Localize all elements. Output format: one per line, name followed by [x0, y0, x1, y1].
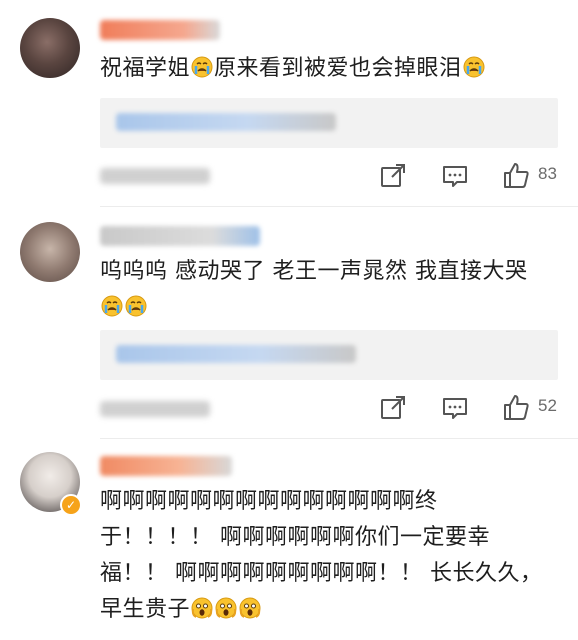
emoji-line: [100, 290, 558, 326]
like-icon: [504, 395, 529, 420]
comment-text: 啊啊啊啊啊啊啊啊啊啊啊啊啊啊终 于！！！！ 啊啊啊啊啊啊你们一定要幸 福！！ 啊…: [100, 489, 543, 622]
verified-badge: ✓: [60, 494, 82, 516]
reply-text-blurred: [116, 345, 356, 363]
username-blurred[interactable]: [100, 226, 260, 246]
like-count: 83: [538, 164, 557, 183]
action-bar: 52: [380, 393, 570, 423]
scream-emoji-icon: [215, 597, 237, 619]
like-button[interactable]: 83: [502, 161, 568, 191]
share-icon[interactable]: [380, 161, 406, 191]
crying-emoji-icon: [463, 56, 485, 78]
like-button[interactable]: 52: [502, 393, 568, 423]
comment-text: 祝福学姐 原来看到被爱也会掉眼泪: [100, 51, 558, 87]
comment-text: 呜呜呜 感动哭了 老王一声晁然 我直接大哭: [100, 254, 558, 326]
crying-emoji-icon: [191, 56, 213, 78]
avatar[interactable]: [20, 222, 80, 282]
share-icon[interactable]: [380, 393, 406, 423]
scream-emoji-icon: [191, 597, 213, 619]
timestamp-blurred: [100, 401, 210, 417]
divider: [100, 438, 578, 439]
reply-preview[interactable]: [100, 330, 558, 380]
username-blurred[interactable]: [100, 456, 232, 476]
reply-preview[interactable]: [100, 98, 558, 148]
timestamp-blurred: [100, 168, 210, 184]
like-icon: [504, 163, 529, 188]
like-count: 52: [538, 396, 557, 415]
reply-text-blurred: [116, 113, 336, 131]
action-bar: 83: [380, 161, 570, 191]
crying-emoji-icon: [101, 295, 123, 317]
divider: [100, 206, 578, 207]
comment-icon[interactable]: [442, 393, 468, 423]
comment-icon[interactable]: [442, 161, 468, 191]
scream-emoji-icon: [239, 597, 261, 619]
crying-emoji-icon: [125, 295, 147, 317]
comment-item: 祝福学姐 原来看到被爱也会掉眼泪 83: [0, 0, 578, 200]
avatar[interactable]: [20, 18, 80, 78]
username-blurred[interactable]: [100, 20, 220, 40]
